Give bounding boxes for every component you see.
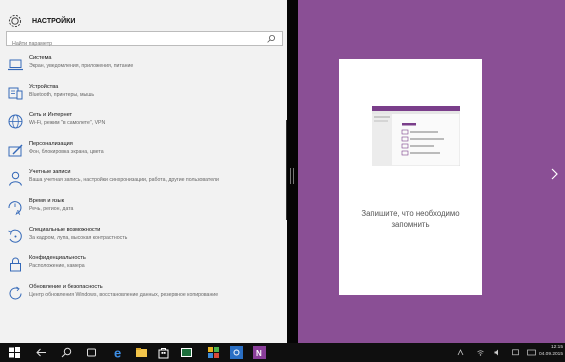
svg-text:e: e bbox=[114, 346, 121, 359]
category-description: Центр обновления Windows, восстановление… bbox=[29, 291, 219, 298]
xbox-icon[interactable] bbox=[207, 346, 220, 359]
category-title: Специальные возможности bbox=[29, 226, 101, 233]
category-accessibility[interactable]: Специальные возможности За кадром, лупа,… bbox=[0, 225, 287, 254]
note-checklist-illustration bbox=[372, 106, 460, 166]
category-title: Система bbox=[29, 55, 52, 61]
category-network[interactable]: Сеть и Интернет Wi-Fi, режим "в самолете… bbox=[0, 110, 287, 139]
category-title: Учетные записи bbox=[29, 169, 71, 176]
clock-time: 12:15 bbox=[550, 345, 563, 350]
category-description: Речь, регион, дата bbox=[29, 205, 74, 212]
tip-caption-line1: Запишите, что необходимо bbox=[361, 209, 460, 218]
store-icon[interactable] bbox=[157, 346, 170, 359]
update-icon bbox=[9, 286, 22, 300]
category-description: За кадром, лупа, высокая контрастность bbox=[29, 234, 128, 241]
svg-text:N: N bbox=[256, 349, 262, 358]
onenote-tip-card: Запишите, что необходимо запомнить bbox=[339, 59, 482, 295]
category-description: Фон, блокировка экрана, цвета bbox=[29, 148, 104, 155]
category-accounts[interactable]: Учетные записи Ваша учетная запись, наст… bbox=[0, 167, 287, 196]
category-description: Экран, уведомления, приложения, питание bbox=[29, 63, 134, 69]
category-title: Персонализация bbox=[29, 140, 73, 147]
category-description: Bluetooth, принтеры, мышь bbox=[29, 91, 95, 98]
category-title: Конфиденциальность bbox=[29, 255, 86, 262]
tip-caption-line2: запомнить bbox=[391, 220, 430, 229]
search-icon[interactable] bbox=[266, 34, 276, 44]
settings-window: НАСТРОЙКИ Система Экран, уведомления, пр… bbox=[0, 0, 287, 343]
category-title: Обновление и безопасность bbox=[29, 283, 103, 290]
search-input[interactable] bbox=[7, 37, 282, 51]
clock[interactable]: 12:15 04.09.2015 bbox=[535, 344, 563, 358]
category-time-language[interactable]: A Время и язык Речь, регион, дата bbox=[0, 196, 287, 225]
laptop-icon bbox=[8, 59, 23, 71]
tip-caption: Запишите, что необходимо запомнить bbox=[339, 208, 482, 230]
accessibility-icon bbox=[8, 229, 22, 243]
gear-icon bbox=[8, 14, 22, 28]
edge-icon[interactable]: e bbox=[113, 346, 126, 359]
desktop-screen: НАСТРОЙКИ Система Экран, уведомления, пр… bbox=[0, 0, 565, 362]
globe-icon bbox=[8, 114, 23, 129]
time-language-icon: A bbox=[8, 201, 22, 216]
settings-categories: Система Экран, уведомления, приложения, … bbox=[0, 53, 287, 310]
category-description: Ваша учетная запись, настройки синхрониз… bbox=[29, 177, 219, 184]
category-title: Время и язык bbox=[29, 197, 65, 204]
action-center-icon[interactable] bbox=[512, 349, 519, 356]
chevron-right-icon[interactable] bbox=[549, 167, 559, 181]
clock-date: 04.09.2015 bbox=[538, 352, 563, 357]
settings-icon[interactable] bbox=[230, 346, 243, 359]
category-title: Сеть и Интернет bbox=[29, 112, 73, 119]
category-privacy[interactable]: Конфиденциальность Расположение, камера bbox=[0, 253, 287, 282]
back-icon[interactable] bbox=[35, 346, 48, 359]
svg-text:A: A bbox=[16, 210, 21, 216]
category-system[interactable]: Система Экран, уведомления, приложения, … bbox=[0, 53, 287, 82]
devices-icon bbox=[8, 87, 23, 100]
onenote-icon[interactable]: N bbox=[253, 346, 266, 359]
category-update-security[interactable]: Обновление и безопасность Центр обновлен… bbox=[0, 282, 287, 311]
split-divider-grip[interactable] bbox=[290, 168, 294, 184]
category-personalization[interactable]: Персонализация Фон, блокировка экрана, ц… bbox=[0, 139, 287, 168]
task-view-icon[interactable] bbox=[85, 346, 98, 359]
category-title: Устройства bbox=[29, 83, 59, 90]
network-icon[interactable] bbox=[477, 349, 484, 356]
person-icon bbox=[9, 172, 22, 187]
category-description: Wi-Fi, режим "в самолете", VPN bbox=[29, 120, 106, 127]
explorer-icon[interactable] bbox=[135, 346, 148, 359]
search-icon[interactable] bbox=[60, 346, 73, 359]
category-devices[interactable]: Устройства Bluetooth, принтеры, мышь bbox=[0, 82, 287, 111]
category-description: Расположение, камера bbox=[29, 263, 85, 270]
windows-start-icon[interactable] bbox=[8, 346, 21, 359]
taskbar: e N 12:15 04.09.2015 bbox=[0, 343, 565, 362]
volume-icon[interactable] bbox=[494, 349, 501, 356]
personalization-icon bbox=[8, 144, 23, 157]
search-box[interactable] bbox=[6, 31, 283, 51]
lock-icon bbox=[10, 257, 21, 272]
people-icon[interactable] bbox=[457, 349, 464, 356]
page-title: НАСТРОЙКИ bbox=[32, 17, 76, 25]
photo-app-icon[interactable] bbox=[180, 346, 193, 359]
